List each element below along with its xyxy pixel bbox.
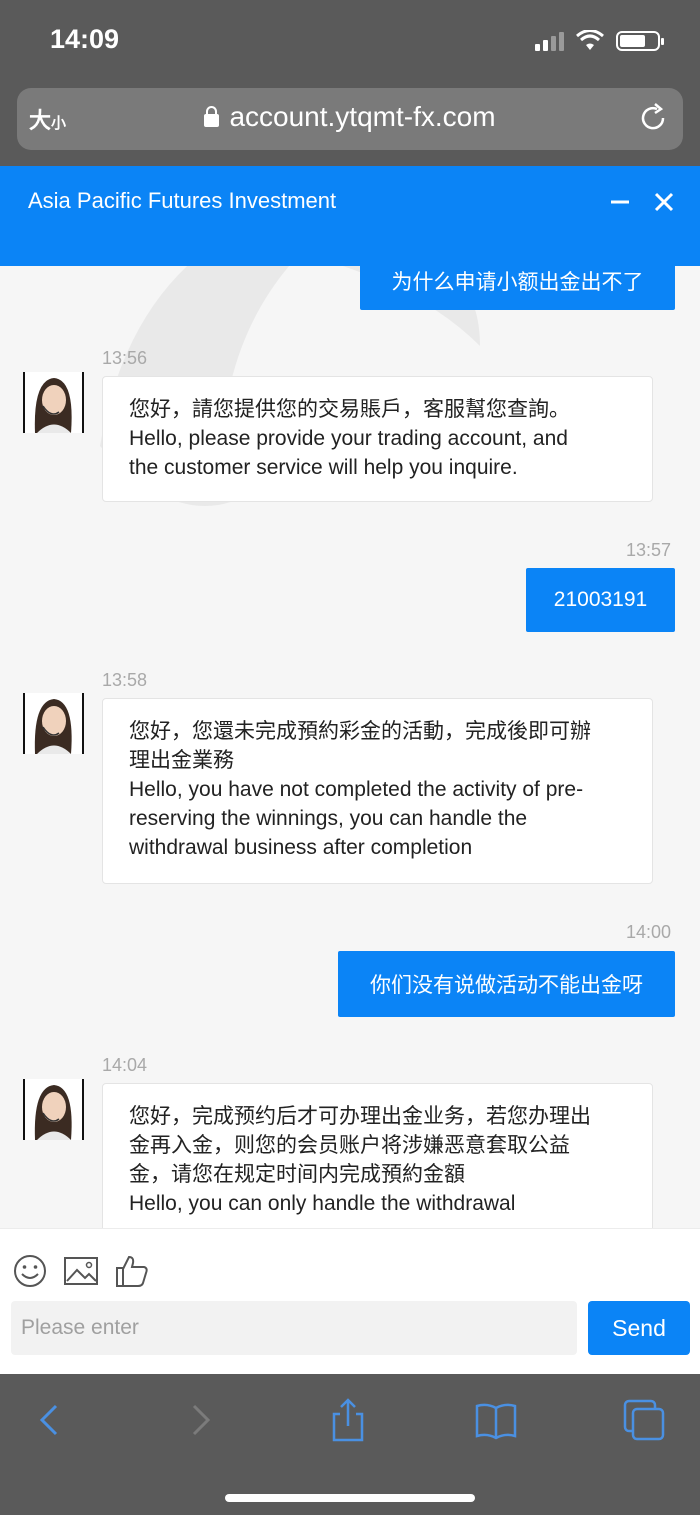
status-time: 14:09 [50,24,120,54]
cellular-signal-icon [535,31,564,51]
agent-avatar [23,1079,84,1140]
wifi-icon [576,30,604,50]
incoming-message-bubble: 您好，請您提供您的交易賬戶，客服幫您查詢。 Hello, please prov… [102,376,653,502]
message-line: 理出金業務 [129,749,234,772]
incoming-message-bubble: 您好，您還未完成預約彩金的活動，完成後即可辦 理出金業務 Hello, you … [102,698,653,884]
incoming-message-bubble: 您好，完成预约后才可办理出金业务，若您办理出 金再入金，则您的会员账户将涉嫌恶意… [102,1083,653,1228]
home-indicator [225,1494,475,1502]
message-line: Hello, you can only handle the withdrawa… [129,1192,516,1215]
back-icon[interactable] [28,1398,72,1442]
thumbs-up-icon[interactable] [114,1253,150,1289]
message-composer: Send [0,1228,700,1374]
message-timestamp: 13:57 [626,540,672,560]
agent-avatar [23,693,84,754]
outgoing-message-bubble: 你们没有说做活动不能出金呀 [338,951,675,1017]
emoji-icon[interactable] [12,1253,48,1289]
share-icon[interactable] [326,1398,370,1442]
message-timestamp: 13:56 [102,348,148,368]
message-line: Hello, please provide your trading accou… [129,427,568,450]
status-icons [535,30,664,52]
forward-icon[interactable] [178,1398,222,1442]
reload-icon[interactable] [635,100,671,136]
message-line: 您好，完成预约后才可办理出金业务，若您办理出 [129,1105,591,1128]
message-timestamp: 14:04 [102,1055,148,1075]
message-line: withdrawal business after completion [129,836,473,859]
outgoing-message-bubble: 21003191 [526,568,675,632]
minimize-icon[interactable] [602,184,638,220]
message-line: 您好，您還未完成預約彩金的活動，完成後即可辦 [129,720,591,743]
chat-title: Asia Pacific Futures Investment [28,188,337,213]
close-icon[interactable] [646,184,682,220]
message-timestamp: 13:58 [102,670,148,690]
message-input[interactable] [11,1301,577,1355]
message-line: reserving the winnings, you can handle t… [129,807,528,830]
image-icon[interactable] [63,1253,99,1289]
message-line: 金再入金，则您的会员账户将涉嫌恶意套取公益 [129,1134,570,1157]
message-timestamp: 14:00 [626,922,672,942]
message-line: Hello, you have not completed the activi… [129,778,584,801]
chat-header: Asia Pacific Futures Investment [0,166,700,266]
lock-icon [204,106,220,127]
message-line: 金，请您在规定时间内完成預約金額 [129,1163,465,1186]
message-line: the customer service will help you inqui… [129,456,518,479]
send-button[interactable]: Send [588,1301,690,1355]
tabs-icon[interactable] [622,1398,666,1442]
outgoing-message-bubble: 为什么申请小额出金出不了 [360,266,675,310]
url-display[interactable]: account.ytqmt-fx.com [17,101,683,133]
battery-icon [616,31,664,51]
message-line: 您好，請您提供您的交易賬戶，客服幫您查詢。 [129,398,570,421]
bookmarks-icon[interactable] [474,1398,518,1442]
message-list[interactable]: 为什么申请小额出金出不了 13:56 您好，請您提供您的交易賬戶，客服幫您查詢。… [0,266,700,1228]
agent-avatar [23,372,84,433]
url-text: account.ytqmt-fx.com [229,101,496,132]
browser-top-chrome: 14:09 大小 account.ytqmt-fx.com [0,0,700,166]
address-bar[interactable]: 大小 account.ytqmt-fx.com [17,88,683,150]
